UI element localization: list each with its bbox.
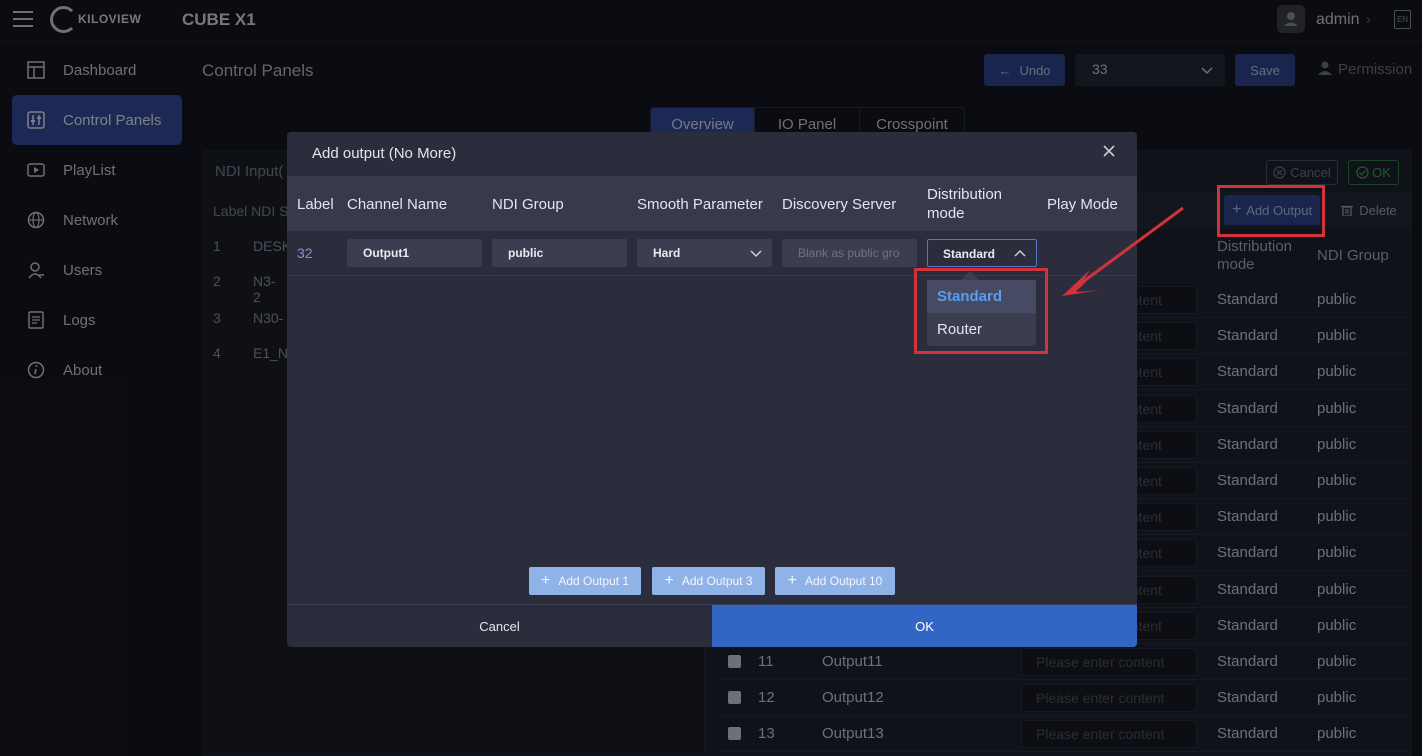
- distribution-mode-select[interactable]: Standard: [927, 239, 1037, 267]
- annotation-arrow-icon: [1062, 206, 1184, 296]
- add-output-10-button[interactable]: + Add Output 10: [775, 567, 895, 595]
- dialog-footer: Cancel OK: [287, 604, 1137, 647]
- row-label: 32: [297, 245, 313, 261]
- distribution-mode-value: Standard: [943, 247, 996, 261]
- plus-icon: +: [540, 572, 551, 589]
- dialog-ok-button[interactable]: OK: [712, 605, 1137, 647]
- discovery-server-input[interactable]: Blank as public gro: [782, 239, 917, 267]
- dialog-table-header: Label Channel Name NDI Group Smooth Para…: [287, 176, 1137, 231]
- highlight-box-add-output: [1217, 185, 1325, 237]
- chevron-down-icon: [750, 250, 762, 258]
- add-output-1-button[interactable]: + Add Output 1: [529, 567, 641, 595]
- column-header-discovery-server: Discovery Server: [782, 196, 897, 213]
- plus-icon: +: [664, 572, 674, 589]
- add-output-3-label: Add Output 3: [681, 574, 753, 588]
- plus-icon: +: [787, 572, 797, 589]
- add-output-3-button[interactable]: + Add Output 3: [652, 567, 765, 595]
- close-icon[interactable]: [1101, 143, 1117, 159]
- smooth-parameter-value: Hard: [653, 246, 681, 260]
- channel-name-input[interactable]: Output1: [347, 239, 482, 267]
- dialog-title: Add output (No More): [312, 145, 457, 162]
- column-header-distribution-mode: Distribution mode: [927, 186, 1003, 222]
- dialog-cancel-button[interactable]: Cancel: [287, 605, 712, 647]
- column-header-channel-name: Channel Name: [347, 196, 448, 213]
- highlight-box-dropdown: [914, 268, 1048, 354]
- add-output-dialog: Add output (No More) Label Channel Name …: [287, 132, 1137, 647]
- column-header-smooth-parameter: Smooth Parameter: [637, 196, 763, 213]
- add-output-10-label: Add Output 10: [804, 574, 883, 588]
- add-output-1-label: Add Output 1: [558, 574, 630, 588]
- smooth-parameter-select[interactable]: Hard: [637, 239, 772, 267]
- ndi-group-input[interactable]: public: [492, 239, 627, 267]
- column-header-ndi-group: NDI Group: [492, 196, 564, 213]
- column-header-label: Label: [297, 196, 334, 213]
- chevron-up-icon: [1014, 249, 1026, 257]
